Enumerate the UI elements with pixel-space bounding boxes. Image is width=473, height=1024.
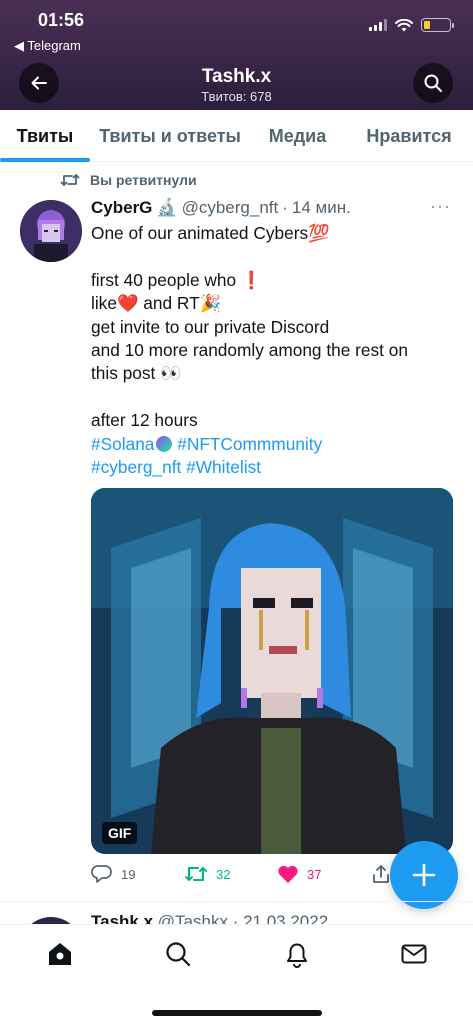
- tweet-time[interactable]: 14 мин.: [292, 198, 351, 218]
- eyes-emoji: 👀: [160, 363, 182, 384]
- nav-home[interactable]: [45, 939, 75, 969]
- tweet-line: and RT: [138, 293, 200, 314]
- tweet-line: this post: [91, 363, 161, 384]
- status-icons: [369, 18, 454, 32]
- tab-tweets-and-replies[interactable]: Твиты и ответы: [90, 110, 250, 162]
- bottom-navigation: [0, 924, 473, 1024]
- tab-likes[interactable]: Нравится: [345, 110, 473, 162]
- tweet-line: get invite to our private Discord: [91, 316, 330, 337]
- tweet-line: first 40 people who: [91, 269, 241, 290]
- status-time: 01:56: [38, 10, 85, 30]
- search-icon: [424, 74, 442, 92]
- battery-icon: [421, 18, 454, 32]
- tweet-line: after 12 hours: [91, 410, 198, 431]
- party-emoji: 🎉: [199, 293, 222, 314]
- wifi-icon: [395, 18, 413, 31]
- author-emoji: 🔬: [156, 198, 178, 217]
- cellular-signal-icon: [369, 19, 387, 31]
- hashtag-cyberg-nft[interactable]: #cyberg_nft: [91, 457, 181, 477]
- hashtag-nftcommunity[interactable]: #NFTCommmunity: [172, 434, 322, 454]
- nav-explore[interactable]: [163, 939, 193, 969]
- exclamation-emoji: ❗: [240, 269, 263, 290]
- home-icon: [49, 943, 71, 965]
- search-button[interactable]: [413, 63, 453, 103]
- reply-count: 19: [121, 866, 136, 882]
- tweet-text: One of our animated Cybers💯 first 40 peo…: [91, 222, 456, 479]
- reply-icon: [91, 865, 112, 883]
- hashtag-whitelist[interactable]: #Whitelist: [181, 457, 261, 477]
- bell-icon: [287, 943, 307, 968]
- tweet-header: CyberG 🔬 @cyberg_nft · 14 мин.: [91, 198, 351, 218]
- back-to-telegram-link[interactable]: ◀ Telegram: [14, 38, 81, 54]
- retweet-icon: [60, 174, 80, 186]
- share-icon: [373, 865, 389, 883]
- tweet-divider: [0, 901, 473, 902]
- retweet-button[interactable]: 32: [184, 864, 230, 884]
- like-count: 37: [307, 866, 322, 882]
- profile-title: Tashk.x: [201, 66, 272, 87]
- tab-media[interactable]: Медиа: [250, 110, 345, 162]
- tweet-count: Твитов: 678: [201, 89, 272, 104]
- hashtag-solana[interactable]: #Solana: [91, 434, 154, 454]
- hundred-emoji: 💯: [308, 223, 330, 243]
- author-avatar[interactable]: [20, 200, 82, 262]
- plus-icon: [412, 863, 436, 887]
- nav-messages[interactable]: [399, 939, 429, 969]
- more-options-icon[interactable]: ···: [430, 196, 451, 217]
- solana-icon: [156, 435, 173, 452]
- share-button[interactable]: [371, 864, 391, 884]
- tab-tweets[interactable]: Твиты: [0, 110, 90, 162]
- retweet-label: Вы ретвитнули: [90, 172, 197, 188]
- tweet-line: and 10 more randomly among the rest on: [91, 339, 409, 360]
- author-name[interactable]: CyberG: [91, 198, 152, 218]
- retweet-icon: [185, 867, 207, 881]
- gif-badge: GIF: [102, 822, 138, 844]
- nav-notifications[interactable]: [282, 939, 312, 969]
- retweeted-indicator: Вы ретвитнули: [60, 172, 197, 188]
- profile-header: 01:56 ◀ Telegram Tashk.x Твитов: 678: [0, 0, 473, 110]
- envelope-icon: [401, 944, 427, 964]
- separator-dot: ·: [282, 198, 288, 217]
- retweet-count: 32: [216, 866, 231, 882]
- compose-tweet-button[interactable]: [390, 841, 458, 909]
- like-button[interactable]: 37: [277, 864, 321, 884]
- author-handle[interactable]: @cyberg_nft: [182, 198, 279, 218]
- pixel-art-image: [91, 488, 453, 854]
- tweet-line: One of our animated Cybers: [91, 223, 309, 243]
- profile-tabs: Твиты Твиты и ответы Медиа Нравится: [0, 110, 473, 162]
- tweet-media-gif[interactable]: GIF: [91, 488, 453, 854]
- search-icon: [166, 942, 191, 967]
- heart-icon: [278, 865, 298, 883]
- reply-button[interactable]: 19: [91, 864, 135, 884]
- heart-emoji: ❤️: [116, 293, 139, 314]
- tweet-line: like: [91, 293, 117, 314]
- home-indicator[interactable]: [152, 1010, 322, 1016]
- tweet-actions: 19 32 37: [91, 864, 391, 888]
